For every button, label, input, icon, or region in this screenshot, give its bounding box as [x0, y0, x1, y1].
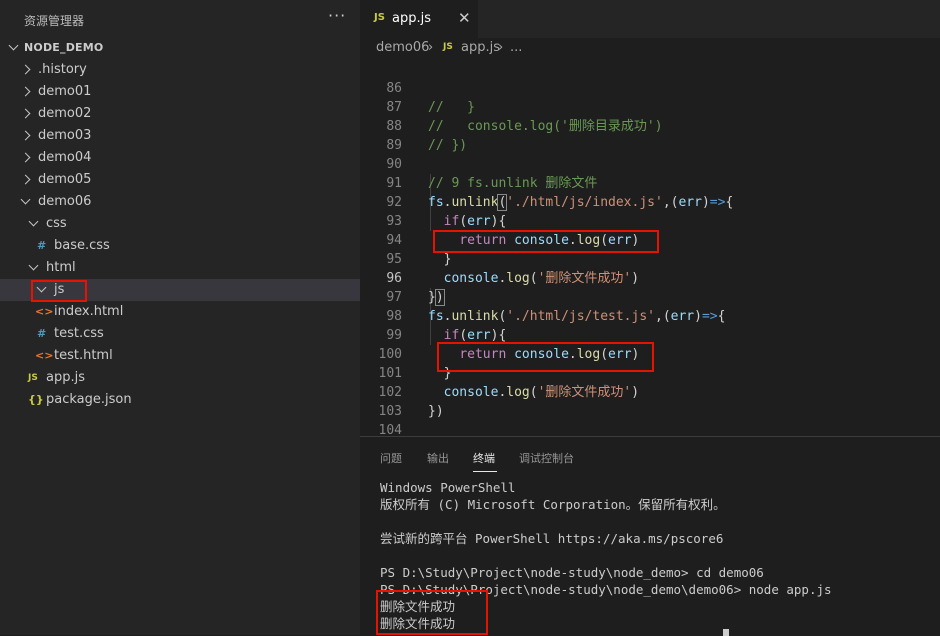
chevron-down-icon	[28, 216, 39, 227]
tree-item-label: index.html	[54, 304, 124, 319]
chevron-right-icon	[20, 64, 31, 75]
code-line: 94 }	[360, 212, 940, 267]
code-line: 103	[360, 383, 940, 419]
tree-item-app-js[interactable]: JS app.js	[0, 367, 360, 389]
code-line: 92 if(err){	[360, 174, 940, 229]
tree-item-demo05[interactable]: demo05	[0, 169, 360, 191]
tree-item-label: test.css	[54, 326, 104, 341]
highlight-box	[376, 590, 488, 635]
active-tab-indicator	[473, 471, 497, 472]
tree-item-label: app.js	[46, 370, 85, 385]
js-file-icon: JS	[374, 12, 385, 23]
tab-debug-console[interactable]: 调试控制台	[519, 450, 574, 466]
project-root[interactable]: NODE_DEMO	[0, 37, 360, 59]
tab-bar: JS app.js ✕	[360, 0, 940, 38]
js-file-icon: JS	[28, 373, 38, 383]
tree-item-label: demo01	[38, 84, 92, 99]
highlight-box	[31, 280, 87, 302]
tab-app-js[interactable]: JS app.js ✕	[360, 0, 478, 38]
tab-terminal[interactable]: 终端	[473, 450, 495, 466]
tree-item-demo01[interactable]: demo01	[0, 81, 360, 103]
breadcrumb-separator: ›	[498, 40, 504, 55]
tree-item-package-json[interactable]: {} package.json	[0, 389, 360, 411]
tab-label: app.js	[392, 11, 431, 26]
code-line: 90 // 9 fs.unlink 删除文件	[360, 136, 940, 191]
code-line: 87 // console.log('删除目录成功')	[360, 79, 940, 134]
breadcrumb-file[interactable]: app.js	[461, 40, 500, 55]
tree-item-label: css	[46, 216, 67, 231]
code-line: 89	[360, 117, 940, 153]
breadcrumb-folder[interactable]: demo06	[376, 40, 429, 55]
css-file-icon: #	[37, 239, 47, 252]
tree-item-label: base.css	[54, 238, 110, 253]
project-label: NODE_DEMO	[24, 41, 104, 54]
html-file-icon: <>	[35, 349, 54, 362]
tree-item-demo03[interactable]: demo03	[0, 125, 360, 147]
tree-item-demo02[interactable]: demo02	[0, 103, 360, 125]
js-file-icon: JS	[443, 42, 453, 52]
chevron-right-icon	[20, 86, 31, 97]
more-actions-icon[interactable]: ···	[328, 6, 346, 25]
tree-item-demo06[interactable]: demo06	[0, 191, 360, 213]
terminal-line: 版权所有 (C) Microsoft Corporation。保留所有权利。	[380, 497, 726, 512]
tree-item-label: demo06	[38, 194, 92, 209]
tree-item-label: .history	[38, 62, 87, 77]
chevron-right-icon	[20, 108, 31, 119]
tree-item-label: demo04	[38, 150, 92, 165]
chevron-right-icon	[20, 174, 31, 185]
tab-output[interactable]: 输出	[427, 450, 449, 466]
tree-item-test-css[interactable]: # test.css	[0, 323, 360, 345]
tree-item-base-css[interactable]: # base.css	[0, 235, 360, 257]
tree-item-label: package.json	[46, 392, 132, 407]
tree-item-label: demo03	[38, 128, 92, 143]
editor-area: JS app.js ✕ demo06 › JS app.js › ... 86 …	[360, 0, 940, 636]
tree-item-label: test.html	[54, 348, 113, 363]
chevron-down-icon	[28, 260, 39, 271]
breadcrumb-more[interactable]: ...	[510, 40, 522, 55]
json-file-icon: {}	[28, 393, 44, 406]
tree-item-history[interactable]: .history	[0, 59, 360, 81]
tree-item-demo04[interactable]: demo04	[0, 147, 360, 169]
highlight-box	[433, 230, 659, 253]
chevron-down-icon	[20, 194, 31, 205]
breadcrumb: demo06 › JS app.js › ...	[360, 38, 940, 60]
tree-item-css[interactable]: css	[0, 213, 360, 235]
tab-problems[interactable]: 问题	[380, 450, 402, 466]
tree-item-html[interactable]: html	[0, 257, 360, 279]
css-file-icon: #	[37, 327, 47, 340]
terminal-line: 尝试新的跨平台 PowerShell https://aka.ms/pscore…	[380, 531, 724, 546]
highlight-box	[437, 342, 654, 372]
code-line: 91 fs.unlink('./html/js/index.js',(err)=…	[360, 155, 940, 211]
terminal-line: Windows PowerShell	[380, 480, 516, 495]
explorer-header: 资源管理器 ···	[0, 0, 360, 38]
tree-item-index-html[interactable]: <> index.html	[0, 301, 360, 323]
breadcrumb-separator: ›	[428, 40, 434, 55]
explorer-sidebar: 资源管理器 ··· NODE_DEMO .history demo01 demo…	[0, 0, 360, 635]
code-line: 86 // }	[360, 60, 940, 115]
explorer-title: 资源管理器	[24, 14, 85, 28]
code-line: 104	[360, 402, 940, 438]
code-line: 88 // })	[360, 98, 940, 153]
chevron-right-icon	[20, 152, 31, 163]
chevron-down-icon	[8, 40, 19, 51]
tree-item-label: html	[46, 260, 76, 275]
tree-item-test-html[interactable]: <> test.html	[0, 345, 360, 367]
code-editor[interactable]: 86 // } 87 // console.log('删除目录成功') 88 /…	[360, 60, 940, 438]
tree-item-label: demo02	[38, 106, 92, 121]
code-line: 93 return console.log(err)	[360, 193, 940, 248]
chevron-right-icon	[20, 130, 31, 141]
code-line: 98 if(err){	[360, 288, 940, 343]
html-file-icon: <>	[35, 305, 54, 318]
code-line: 99 return console.log(err)	[360, 307, 940, 362]
close-icon[interactable]: ✕	[458, 9, 471, 27]
tree-item-label: demo05	[38, 172, 92, 187]
bottom-panel: 问题 输出 终端 调试控制台 Windows PowerShell 版权所有 (…	[360, 436, 940, 636]
code-line: 97 fs.unlink('./html/js/test.js',(err)=>…	[360, 269, 940, 324]
terminal-line: PS D:\Study\Project\node-study\node_demo…	[380, 565, 764, 580]
